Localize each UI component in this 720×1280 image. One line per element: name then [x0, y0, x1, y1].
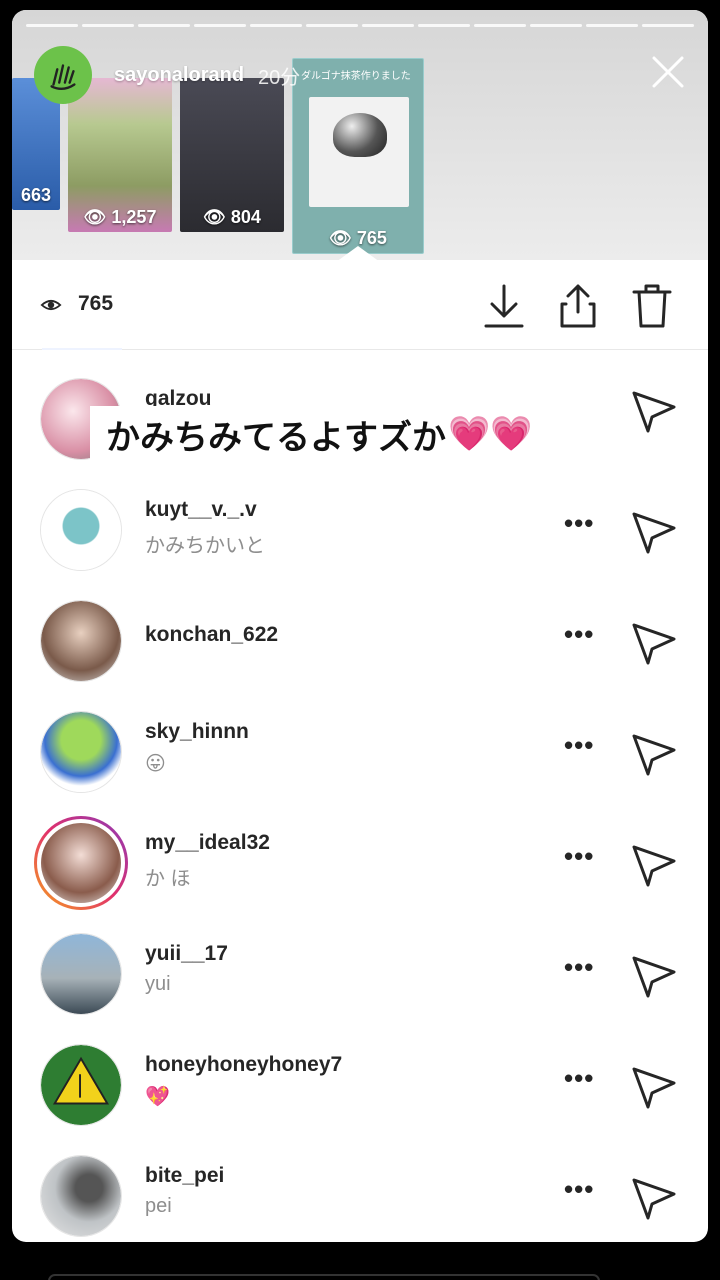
story-time: 20分 — [258, 66, 301, 89]
thumbnail-view-count: 👁 804 — [203, 207, 261, 227]
more-options-icon[interactable]: ••• — [564, 1063, 594, 1094]
send-icon[interactable] — [630, 843, 678, 887]
viewer-row[interactable]: honeyhoneyhoney7 💖 ••• — [12, 1029, 708, 1140]
more-options-icon[interactable]: ••• — [564, 841, 594, 872]
avatar[interactable] — [40, 600, 122, 682]
viewer-row[interactable]: bite_pei pei ••• — [12, 1140, 708, 1242]
story-thumbnail-selected[interactable]: ダルゴナ抹茶作りました 👁 765 — [292, 58, 424, 254]
tab-indicator — [42, 348, 122, 350]
story-preview-strip: 663 👁 1,257 👁 804 ダルゴナ抹茶作りました 👁 765 sayo… — [12, 10, 708, 260]
avatar[interactable] — [40, 933, 122, 1015]
viewer-username[interactable]: my__ideal32 — [145, 831, 270, 855]
phone-frame: 663 👁 1,257 👁 804 ダルゴナ抹茶作りました 👁 765 sayo… — [0, 0, 720, 1280]
more-options-icon[interactable]: ••• — [564, 619, 594, 650]
viewer-fullname: か ほ — [145, 868, 191, 890]
hand-icon — [50, 64, 76, 90]
more-options-icon[interactable]: ••• — [564, 952, 594, 983]
avatar-with-story-ring[interactable] — [34, 816, 128, 910]
story-text-overlay: かみちみてるよすズか 💗💗 — [90, 406, 543, 462]
more-options-icon[interactable]: ••• — [564, 1174, 594, 1205]
avatar[interactable] — [40, 489, 122, 571]
viewer-row[interactable]: sky_hinnn 😛 ••• — [12, 696, 708, 807]
viewer-toolbar: 765 — [12, 260, 708, 350]
thumbnail-view-count: 👁 1,257 — [83, 207, 157, 227]
viewer-username[interactable]: sky_hinnn — [145, 720, 249, 744]
viewer-fullname: 💖 — [145, 1086, 170, 1108]
viewer-row[interactable]: kuyt__v._.v かみちかいと ••• — [12, 474, 708, 585]
author-username[interactable]: sayonalorand — [114, 64, 244, 87]
viewer-row[interactable]: my__ideal32 か ほ ••• — [12, 807, 708, 918]
kettle-image — [333, 113, 387, 157]
send-icon[interactable] — [630, 732, 678, 776]
story-progress-bar — [26, 24, 694, 27]
send-icon[interactable] — [630, 510, 678, 554]
send-icon[interactable] — [630, 621, 678, 665]
author-avatar[interactable] — [34, 46, 92, 104]
send-icon[interactable] — [630, 1065, 678, 1109]
download-icon[interactable] — [482, 282, 526, 330]
view-count: 765 — [78, 292, 114, 315]
viewer-username[interactable]: honeyhoneyhoney7 — [145, 1053, 342, 1077]
avatar[interactable] — [40, 711, 122, 793]
viewer-row[interactable]: konchan_622 ••• — [12, 585, 708, 696]
avatar[interactable] — [40, 1155, 122, 1237]
trash-icon[interactable] — [630, 282, 674, 330]
viewer-username[interactable]: kuyt__v._.v — [145, 498, 257, 522]
send-icon[interactable] — [630, 389, 678, 433]
viewer-fullname: yui — [145, 973, 171, 995]
thumbnail-view-count: 663 — [20, 185, 52, 205]
home-indicator — [48, 1274, 600, 1280]
viewer-fullname: かみちかいと — [145, 535, 265, 557]
viewer-row[interactable]: yuii__17 yui ••• — [12, 918, 708, 1029]
viewer-username[interactable]: konchan_622 — [145, 623, 278, 647]
eye-icon — [40, 299, 62, 311]
viewer-username[interactable]: bite_pei — [145, 1164, 224, 1188]
more-options-icon[interactable]: ••• — [564, 508, 594, 539]
viewer-fullname: pei — [145, 1195, 172, 1217]
more-options-icon[interactable]: ••• — [564, 730, 594, 761]
send-icon[interactable] — [630, 1176, 678, 1220]
avatar[interactable] — [40, 1044, 122, 1126]
send-icon[interactable] — [630, 954, 678, 998]
close-icon[interactable] — [648, 52, 688, 92]
share-icon[interactable] — [556, 282, 600, 330]
thumbnail-caption: ダルゴナ抹茶作りました — [301, 71, 411, 82]
viewer-username[interactable]: yuii__17 — [145, 942, 228, 966]
story-viewers-screen: 663 👁 1,257 👁 804 ダルゴナ抹茶作りました 👁 765 sayo… — [12, 10, 708, 1242]
viewer-fullname: 😛 — [145, 753, 166, 775]
